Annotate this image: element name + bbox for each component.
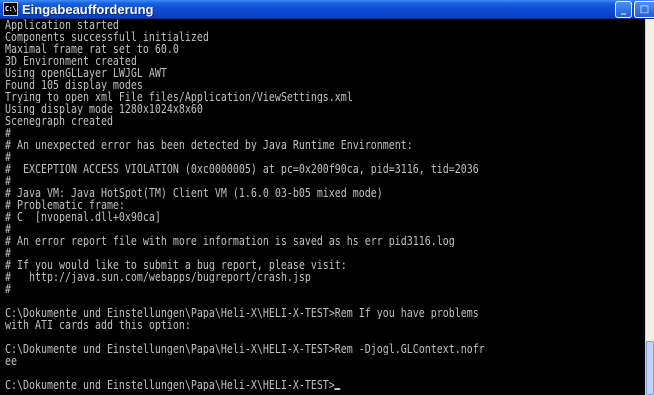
- console-output[interactable]: Application started Components successfu…: [0, 19, 645, 395]
- console-line: 3D Environment created: [5, 55, 137, 67]
- scrollbar-thumb[interactable]: [646, 341, 654, 395]
- console-line: Components successfull initialized: [5, 31, 209, 43]
- console-app-icon[interactable]: C:\: [3, 2, 18, 16]
- vertical-scrollbar[interactable]: [645, 19, 654, 395]
- console-line: #: [5, 223, 12, 235]
- window-controls: _ □: [614, 0, 654, 19]
- console-line: # An unexpected error has been detected …: [5, 139, 413, 151]
- console-line: # http://java.sun.com/webapps/bugreport/…: [5, 271, 311, 283]
- console-line: # An error report file with more informa…: [5, 235, 455, 247]
- window-title: Eingabeaufforderung: [22, 2, 154, 17]
- console-line: Using openGLLayer LWJGL_AWT: [5, 67, 167, 79]
- console-line: #: [5, 175, 12, 187]
- console-line: ee: [5, 355, 17, 367]
- console-line: # Java VM: Java HotSpot(TM) Client VM (1…: [5, 187, 383, 199]
- command-prompt-window: C:\ Eingabeaufforderung _ □ Application …: [0, 0, 654, 395]
- maximize-button[interactable]: □: [634, 1, 654, 18]
- console-line: # If you would like to submit a bug repo…: [5, 259, 347, 271]
- console-line: Found 105 display modes: [5, 79, 143, 91]
- prompt-line[interactable]: C:\Dokumente und Einstellungen\Papa\Heli…: [5, 379, 536, 391]
- title-bar[interactable]: C:\ Eingabeaufforderung _ □: [0, 0, 654, 19]
- console-line: Using display mode 1280x1024x8x60: [5, 103, 203, 115]
- console-line: Trying to open xml File files/Applicatio…: [5, 91, 353, 103]
- console-line: C:\Dokumente und Einstellungen\Papa\Heli…: [5, 343, 485, 355]
- console-line: Scenegraph created: [5, 115, 113, 127]
- console-line: Application started: [5, 19, 119, 31]
- text-cursor: [334, 388, 341, 390]
- console-line: #: [5, 127, 12, 139]
- console-line: # Problematic frame:: [5, 199, 125, 211]
- console-line: #: [5, 283, 12, 295]
- minimize-button[interactable]: _: [615, 1, 632, 18]
- console-line: C:\Dokumente und Einstellungen\Papa\Heli…: [5, 307, 479, 319]
- console-line: # C [nvopenal.dll+0x90ca]: [5, 211, 161, 223]
- console-line: Maximal frame rat set to 60.0: [5, 43, 179, 55]
- console-line: #: [5, 247, 12, 259]
- console-line: # EXCEPTION_ACCESS_VIOLATION (0xc0000005…: [5, 163, 479, 175]
- console-line: #: [5, 151, 12, 163]
- prompt-text: C:\Dokumente und Einstellungen\Papa\Heli…: [5, 379, 335, 391]
- console-line: with ATI cards add this option:: [5, 319, 191, 331]
